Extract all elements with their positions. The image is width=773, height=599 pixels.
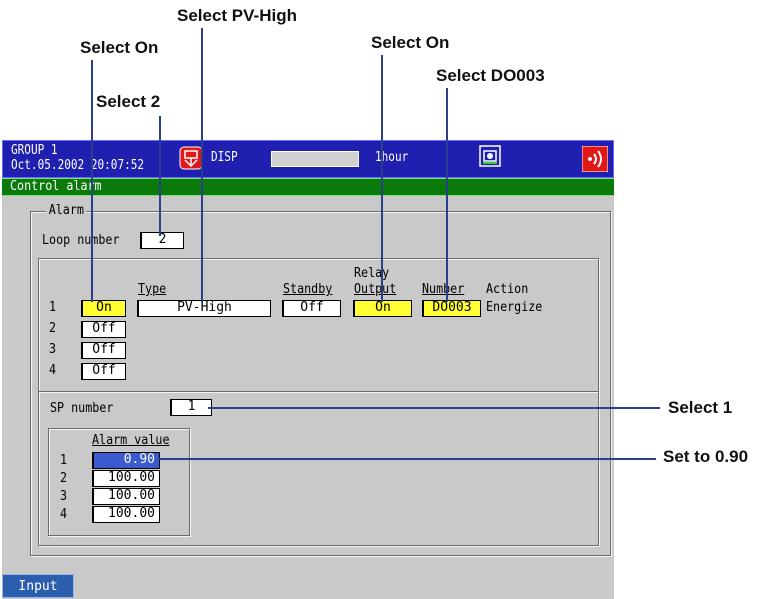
memory-bar bbox=[271, 151, 359, 167]
col-number: Number bbox=[422, 282, 465, 297]
alarm-1-onoff[interactable]: On bbox=[81, 300, 126, 317]
recorder-screen: GROUP 1 Oct.05.2002 20:07:52 DISP 1hour bbox=[2, 140, 614, 599]
alarm-value-1[interactable]: 0.90 bbox=[92, 452, 160, 469]
alarm-1-type[interactable]: PV-High bbox=[137, 300, 271, 317]
alarm-1-relay-number[interactable]: DO003 bbox=[422, 300, 481, 317]
value-index-3: 3 bbox=[60, 489, 68, 504]
alarm-2-onoff[interactable]: Off bbox=[81, 321, 126, 338]
status-title: Control alarm bbox=[10, 179, 102, 194]
alarm-value-4[interactable]: 100.00 bbox=[92, 506, 160, 523]
value-index-4: 4 bbox=[60, 507, 68, 522]
row-index-2: 2 bbox=[49, 321, 57, 336]
sp-number-label: SP number bbox=[50, 401, 114, 416]
disp-label: DISP bbox=[211, 150, 238, 165]
alarm-4-onoff[interactable]: Off bbox=[81, 363, 126, 380]
leader-select-on-right bbox=[381, 55, 383, 302]
row-index-1: 1 bbox=[49, 300, 57, 315]
row-index-4: 4 bbox=[49, 363, 57, 378]
alarm-value-2[interactable]: 100.00 bbox=[92, 470, 160, 487]
loop-number-field[interactable]: 2 bbox=[140, 232, 184, 249]
value-index-2: 2 bbox=[60, 471, 68, 486]
col-action: Action bbox=[486, 282, 529, 297]
input-button[interactable]: Input bbox=[2, 574, 74, 598]
alarm-frame-label: Alarm bbox=[46, 204, 87, 218]
alarm-1-relay-output[interactable]: On bbox=[353, 300, 412, 317]
alarm-3-onoff[interactable]: Off bbox=[81, 342, 126, 359]
leader-select-on-left bbox=[91, 60, 93, 302]
title-bar: GROUP 1 Oct.05.2002 20:07:52 DISP 1hour bbox=[2, 140, 614, 178]
callout-select-2: Select 2 bbox=[96, 92, 161, 111]
col-relay: Relay bbox=[354, 266, 390, 281]
alarm-value-3[interactable]: 100.00 bbox=[92, 488, 160, 505]
leader-select-do003 bbox=[446, 88, 448, 302]
leader-select-2 bbox=[159, 116, 161, 236]
col-output: Output bbox=[354, 282, 397, 297]
status-bar: Control alarm bbox=[2, 178, 614, 196]
leader-select-1 bbox=[208, 407, 660, 409]
value-index-1: 1 bbox=[60, 453, 68, 468]
callout-select-do003: Select DO003 bbox=[436, 66, 545, 85]
alarm-value-label: Alarm value bbox=[92, 433, 170, 448]
memory-icon bbox=[179, 146, 203, 170]
snapshot-icon[interactable] bbox=[479, 145, 501, 167]
interval-label: 1hour bbox=[375, 150, 409, 165]
sp-number-field[interactable]: 1 bbox=[170, 399, 212, 416]
callout-select-1: Select 1 bbox=[668, 398, 733, 417]
callout-set-to: Set to 0.90 bbox=[663, 447, 749, 466]
group-label: GROUP 1 bbox=[11, 143, 58, 158]
alarm-1-standby[interactable]: Off bbox=[282, 300, 341, 317]
loop-number-label: Loop number bbox=[42, 233, 120, 248]
callout-select-pv-high: Select PV-High bbox=[177, 6, 297, 25]
callout-select-on-right: Select On bbox=[371, 33, 450, 52]
col-standby: Standby bbox=[283, 282, 333, 297]
row-index-3: 3 bbox=[49, 342, 57, 357]
col-type: Type bbox=[138, 282, 167, 297]
alarm-1-action: Energize bbox=[486, 300, 543, 315]
callout-select-on-left: Select On bbox=[80, 38, 159, 57]
leader-set-to bbox=[158, 458, 656, 460]
alarm-signal-icon bbox=[581, 145, 609, 173]
datetime-label: Oct.05.2002 20:07:52 bbox=[11, 158, 145, 173]
leader-select-pv-high bbox=[201, 28, 203, 302]
